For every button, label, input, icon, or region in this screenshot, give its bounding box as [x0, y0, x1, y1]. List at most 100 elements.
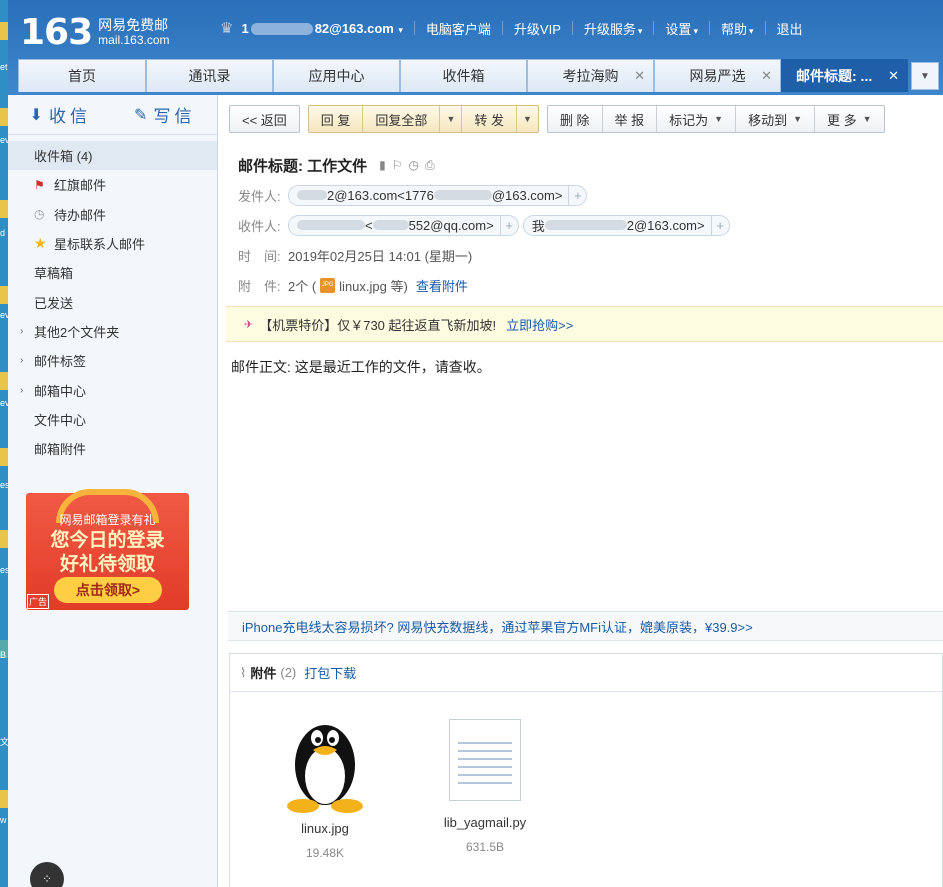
- attachment-filename[interactable]: linux.jpg: [265, 821, 385, 836]
- jpg-file-icon: JPG: [320, 277, 336, 293]
- sidebar: ⬇ 收信 ✎ 写信 收件箱 (4) ⚑ 红旗邮件 ◷ 待办邮件 ★ 星标联系人邮件 草稿箱…: [8, 95, 218, 887]
- chevron-right-icon: ›: [20, 384, 24, 396]
- sidebar-item-sent[interactable]: 已发送: [8, 287, 217, 316]
- close-icon[interactable]: ✕: [761, 68, 772, 84]
- upgrade-service-link[interactable]: 升级服务 ▾: [584, 19, 643, 38]
- document-icon[interactable]: [449, 719, 521, 801]
- more-button[interactable]: 更 多 ▼: [815, 106, 884, 132]
- sender-chip[interactable]: 2@163.com<1776 @163.com> +: [288, 184, 588, 206]
- sidebar-item-starred[interactable]: ★ 星标联系人邮件: [8, 229, 217, 258]
- tab-app-center[interactable]: 应用中心: [273, 59, 400, 92]
- reply-dropdown[interactable]: ▼: [440, 106, 463, 132]
- write-button[interactable]: ✎ 写信: [113, 95, 218, 134]
- reply-button[interactable]: 回 复: [309, 106, 364, 132]
- star-icon: ★: [34, 235, 47, 252]
- recipient-chip-me[interactable]: 我 2@163.com> +: [522, 214, 730, 236]
- mail-toolbar: << 返回 回 复 回复全部 ▼ 转 发 ▼ 删 除 举 报 标记为 ▼ 移动到 ▼…: [229, 105, 893, 133]
- attachment-filename[interactable]: lib_yagmail.py: [425, 815, 545, 830]
- chevron-down-icon: ▼: [920, 70, 930, 82]
- promo-buy-link[interactable]: 立即抢购>>: [506, 315, 573, 334]
- logout-link[interactable]: 退出: [777, 19, 803, 38]
- account-name[interactable]: 1 82@163.com ▾: [241, 21, 402, 36]
- add-contact-icon[interactable]: +: [568, 185, 586, 205]
- tab-yanxuan[interactable]: 网易严选 ✕: [654, 59, 781, 92]
- chevron-down-icon: ▼: [446, 114, 456, 124]
- help-link[interactable]: 帮助 ▾: [721, 19, 754, 38]
- add-contact-icon[interactable]: +: [710, 215, 729, 235]
- tab-overflow-button[interactable]: ▼: [911, 62, 939, 90]
- mail-subject: 邮件标题: 工作文件: [238, 157, 368, 175]
- chevron-down-icon: ▼: [793, 114, 803, 124]
- clock-icon: ◷: [34, 207, 45, 222]
- attachment-item[interactable]: linux.jpg 19.48K: [265, 709, 385, 860]
- red-flag-icon: ⚑: [34, 177, 45, 192]
- ad-line-1: 您今日的登录: [50, 530, 165, 551]
- report-button[interactable]: 举 报: [603, 106, 658, 132]
- settings-link[interactable]: 设置 ▾: [665, 19, 698, 38]
- cable-promo-banner[interactable]: iPhone充电线太容易损坏? 网易快充数据线，通过苹果官方MFi认证，媲美原装…: [228, 611, 943, 641]
- back-button[interactable]: << 返回: [230, 106, 299, 132]
- to-label: 收件人:: [238, 218, 281, 234]
- tab-home[interactable]: 首页: [18, 59, 146, 92]
- delete-button[interactable]: 删 除: [548, 106, 603, 132]
- attachment-panel-count: (2): [280, 665, 297, 680]
- receive-button[interactable]: ⬇ 收信: [8, 95, 113, 134]
- forward-button[interactable]: 转 发: [462, 106, 517, 132]
- move-to-button[interactable]: 移动到 ▼: [736, 106, 816, 132]
- sidebar-item-file-center[interactable]: 文件中心: [8, 405, 217, 434]
- logo-title: 网易免费邮: [98, 16, 169, 33]
- mark-as-button[interactable]: 标记为 ▼: [657, 106, 737, 132]
- ad-tag: 广告: [27, 594, 50, 609]
- linux-penguin-thumbnail[interactable]: [272, 709, 378, 815]
- mail-header: 邮件标题: 工作文件 ▮⚐◷⎙ 发件人: 2@163.com<1776 @163.c…: [238, 150, 938, 300]
- tab-kaola[interactable]: 考拉海购 ✕: [527, 59, 654, 92]
- sidebar-item-inbox[interactable]: 收件箱 (4): [8, 141, 217, 171]
- add-contact-icon[interactable]: +: [499, 215, 518, 235]
- sidebar-item-labels[interactable]: › 邮件标签: [8, 346, 217, 375]
- attachment-title: 附件: [250, 666, 277, 681]
- reply-all-button[interactable]: 回复全部: [363, 106, 441, 132]
- sidebar-item-mail-center[interactable]: › 邮箱中心: [8, 375, 217, 404]
- attachment-item[interactable]: lib_yagmail.py 631.5B: [425, 709, 545, 854]
- forward-dropdown[interactable]: ▼: [517, 106, 538, 132]
- chevron-down-icon: ▼: [522, 114, 532, 124]
- flight-promo-banner[interactable]: ✈ 【机票特价】仅￥730 起往返直飞新加坡! 立即抢购>>: [226, 306, 943, 342]
- attachment-panel: ⌇ 附件 (2) 打包下载 linux.jpg 19.48K lib_yagma…: [229, 653, 943, 887]
- mail-body: 邮件正文: 这是最近工作的文件，请查收。: [231, 359, 491, 375]
- tab-inbox[interactable]: 收件箱: [400, 59, 527, 92]
- attachment-name: linux.jpg 等): [339, 278, 408, 294]
- view-attachments-link[interactable]: 查看附件: [416, 276, 468, 295]
- download-all-link[interactable]: 打包下载: [304, 663, 356, 682]
- download-icon: ⬇: [29, 106, 43, 124]
- logo-number: 163: [20, 12, 93, 53]
- desktop-edge: et ev d ev ev es es B 文 w: [0, 0, 8, 887]
- edit-icon: ✎: [134, 106, 148, 124]
- recipient-chip[interactable]: <552@qq.com> +: [288, 214, 519, 236]
- login-gift-ad[interactable]: 网易邮箱登录有礼 您今日的登录 好礼待领取 点击领取> 广告: [26, 489, 189, 610]
- plane-icon: ✈: [244, 318, 254, 331]
- bookmark-icon[interactable]: ▮: [379, 158, 392, 172]
- tab-current-mail[interactable]: 邮件标题: ... ✕: [781, 59, 908, 92]
- top-header: 163 网易免费邮 mail.163.com ♛ 1 82@163.com ▾ 电…: [8, 0, 943, 95]
- clock-icon[interactable]: ◷: [409, 158, 425, 172]
- top-links: ♛ 1 82@163.com ▾ 电脑客户端 升级VIP 升级服务 ▾ 设置 ▾ 帮助…: [220, 18, 803, 38]
- mail-app: 163 网易免费邮 mail.163.com ♛ 1 82@163.com ▾ 电…: [8, 0, 943, 887]
- chevron-right-icon: ›: [20, 355, 24, 367]
- chevron-down-icon: ▼: [862, 114, 872, 124]
- tab-contacts[interactable]: 通讯录: [146, 59, 273, 92]
- desktop-client-link[interactable]: 电脑客户端: [426, 19, 491, 38]
- flag-icon[interactable]: ⚐: [392, 158, 409, 172]
- upgrade-vip-link[interactable]: 升级VIP: [514, 19, 561, 38]
- sidebar-item-todo[interactable]: ◷ 待办邮件: [8, 200, 217, 229]
- tab-bar: 首页 通讯录 应用中心 收件箱 考拉海购 ✕ 网易严选 ✕ 邮件标题: ... ✕: [18, 59, 908, 92]
- ad-claim-button[interactable]: 点击领取>: [54, 577, 162, 603]
- sidebar-item-red-flag[interactable]: ⚑ 红旗邮件: [8, 170, 217, 199]
- logo[interactable]: 163 网易免费邮 mail.163.com: [20, 12, 170, 53]
- close-icon[interactable]: ✕: [888, 68, 899, 84]
- print-icon[interactable]: ⎙: [425, 158, 441, 172]
- sidebar-item-other-folders[interactable]: › 其他2个文件夹: [8, 317, 217, 346]
- close-icon[interactable]: ✕: [634, 68, 645, 84]
- chevron-down-icon: ▼: [714, 114, 724, 124]
- sidebar-item-drafts[interactable]: 草稿箱: [8, 258, 217, 287]
- sidebar-item-attachments[interactable]: 邮箱附件: [8, 434, 217, 463]
